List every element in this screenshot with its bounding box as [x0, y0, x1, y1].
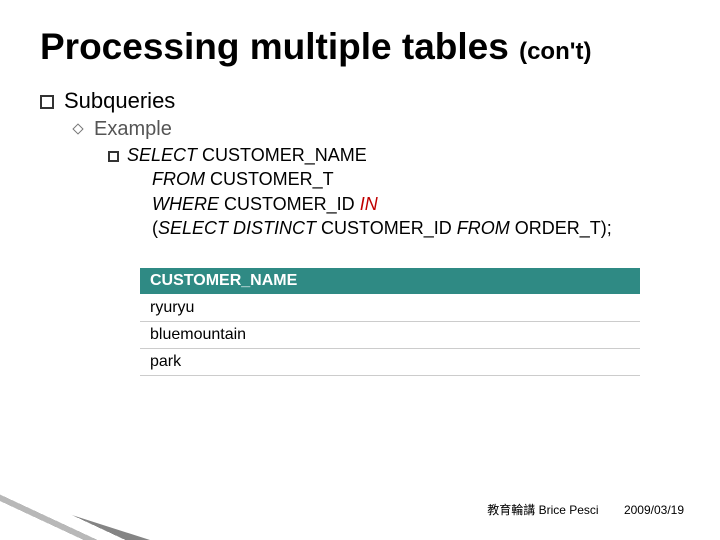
- slide-footer: 教育輪講 Brice Pesci 2009/03/19: [487, 501, 684, 518]
- kw-in: IN: [360, 194, 378, 214]
- cell: bluemountain: [140, 322, 640, 349]
- sql-block: SELECT CUSTOMER_NAME FROM CUSTOMER_T WHE…: [108, 143, 680, 240]
- bullet2-text: Example: [94, 118, 172, 140]
- table-row: ryuryu: [140, 295, 640, 322]
- square-bullet-icon: [40, 95, 54, 109]
- diamond-bullet-icon: [72, 123, 83, 134]
- kw-from: FROM: [152, 169, 205, 189]
- table-header: CUSTOMER_NAME: [140, 268, 640, 295]
- sql-line-4: (SELECT DISTINCT CUSTOMER_ID FROM ORDER_…: [152, 216, 680, 240]
- cell: park: [140, 349, 640, 376]
- footer-date: 2009/03/19: [624, 503, 684, 517]
- kw-select: SELECT: [127, 145, 197, 165]
- kw-from2: FROM: [457, 218, 515, 238]
- kw-where: WHERE: [152, 194, 224, 214]
- sql-tbl2: ORDER_T);: [515, 218, 612, 238]
- sql-line-1: SELECT CUSTOMER_NAME: [108, 143, 680, 167]
- kw-select-distinct: SELECT DISTINCT: [158, 218, 321, 238]
- sql-col2: CUSTOMER_ID: [321, 218, 457, 238]
- bullet1-text: Subqueries: [64, 88, 175, 113]
- table-row: bluemountain: [140, 322, 640, 349]
- sql-col: CUSTOMER_NAME: [197, 145, 367, 165]
- sql-whcol: CUSTOMER_ID: [224, 194, 360, 214]
- bullet-subqueries: Subqueries: [40, 88, 680, 114]
- cell: ryuryu: [140, 295, 640, 322]
- decorative-wedge: [0, 480, 150, 540]
- square-bullet-icon: [108, 151, 119, 162]
- bullet-example: Example: [74, 118, 680, 141]
- slide-title: Processing multiple tables (con't): [40, 26, 680, 68]
- sql-line-3: WHERE CUSTOMER_ID IN: [152, 192, 680, 216]
- title-main: Processing multiple tables: [40, 26, 509, 67]
- sql-tbl1: CUSTOMER_T: [205, 169, 334, 189]
- sql-line-2: FROM CUSTOMER_T: [152, 167, 680, 191]
- result-table: CUSTOMER_NAME ryuryu bluemountain park: [140, 268, 640, 376]
- table-row: park: [140, 349, 640, 376]
- footer-author: 教育輪講 Brice Pesci: [487, 503, 598, 517]
- title-cont: (con't): [519, 38, 591, 65]
